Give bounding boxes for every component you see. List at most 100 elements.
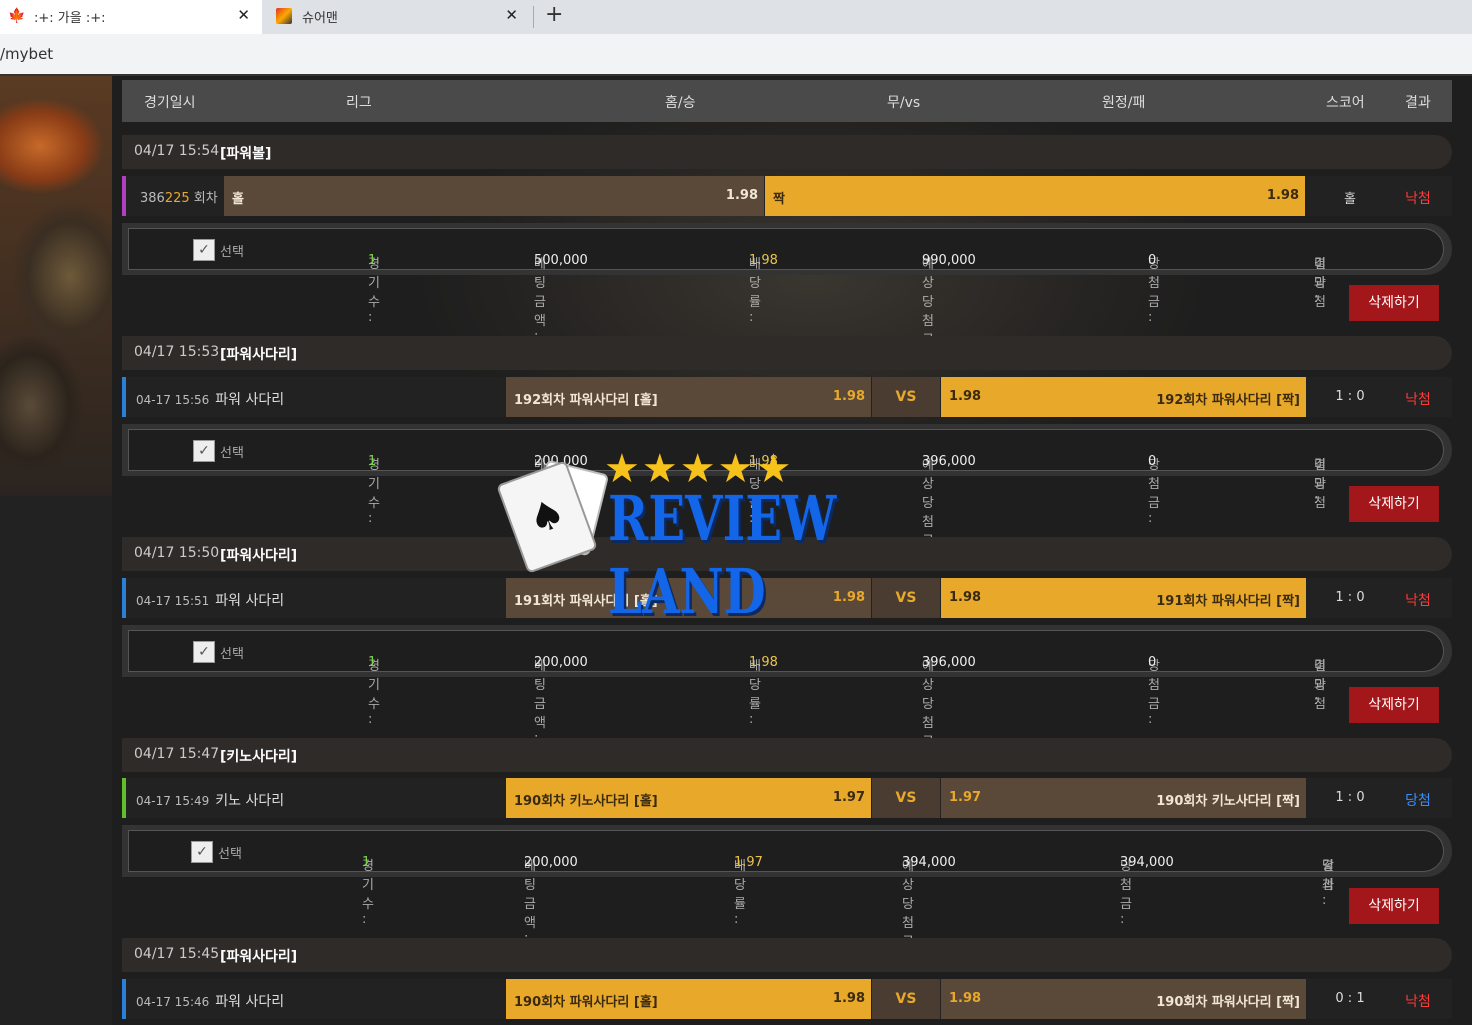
round-suffix: 회차	[189, 191, 218, 206]
browser-tab-active[interactable]: 🍁 :+: 가을 :+: ✕	[0, 0, 262, 34]
home-pick-label: 홀	[232, 192, 244, 207]
game-row: 386225 회차 홀 1.98 짝 1.98 홀 낙첨	[122, 176, 1452, 216]
bet-league: [파워사다리]	[220, 347, 298, 363]
status-value: 미당첨	[1314, 659, 1326, 712]
table-header: 경기일시 리그 홈/승 무/vs 원정/패 스코어 결과	[122, 80, 1452, 122]
expected-value: 990,000	[922, 253, 976, 268]
bet-summary-inner	[128, 228, 1444, 270]
close-icon[interactable]: ✕	[505, 6, 518, 24]
game-info: 04-17 15:49 키노 사다리	[136, 790, 284, 810]
url-text[interactable]: /mybet	[0, 45, 53, 63]
count-value: 1	[368, 454, 377, 469]
home-pick[interactable]: 192회차 파워사다리 [홀] 1.98	[506, 377, 871, 417]
left-background	[0, 76, 112, 1025]
away-pick-label: 190회차 키노사다리 [짝]	[1156, 794, 1300, 809]
header-away: 원정/패	[1102, 95, 1146, 111]
close-icon[interactable]: ✕	[237, 6, 250, 24]
score: 1 : 0	[1335, 590, 1365, 605]
home-pick-label: 190회차 파워사다리 [홀]	[514, 995, 658, 1010]
game-time: 04-17 15:46	[136, 995, 210, 1009]
select-label: 선택	[220, 446, 244, 461]
away-pick[interactable]: 1.97 190회차 키노사다리 [짝]	[941, 778, 1306, 818]
won-value: 394,000	[1120, 855, 1174, 870]
delete-button[interactable]: 삭제하기	[1349, 687, 1439, 723]
game-row: 04-17 15:46 파워 사다리 190회차 파워사다리 [홀] 1.98 V…	[122, 979, 1452, 1019]
site-favicon-icon	[276, 8, 292, 24]
status-value: 미당첨	[1314, 257, 1326, 310]
delete-button[interactable]: 삭제하기	[1349, 285, 1439, 321]
away-pick[interactable]: 1.98 190회차 파워사다리 [짝]	[941, 979, 1306, 1019]
away-pick[interactable]: 1.98 191회차 파워사다리 [짝]	[941, 578, 1306, 618]
score: 1 : 0	[1335, 389, 1365, 404]
autumn-leaf-image	[0, 76, 112, 496]
header-date: 경기일시	[144, 95, 196, 111]
browser-tab[interactable]: 슈어맨 ✕	[268, 0, 530, 34]
select-checkbox[interactable]: ✓	[191, 841, 213, 863]
league-color-bar	[122, 979, 126, 1019]
bet-datetime: 04/17 15:45	[134, 946, 220, 962]
game-result: 낙첨	[1405, 191, 1431, 207]
select-checkbox[interactable]: ✓	[193, 440, 215, 462]
delete-button[interactable]: 삭제하기	[1349, 888, 1439, 924]
home-pick-odds: 1.98	[832, 389, 865, 404]
home-pick[interactable]: 홀 1.98	[224, 176, 764, 216]
away-pick-odds: 1.97	[949, 790, 982, 805]
won-value: 0	[1148, 253, 1157, 268]
header-home: 홈/승	[665, 95, 696, 111]
game-info: 04-17 15:56 파워 사다리	[136, 389, 284, 409]
select-checkbox[interactable]: ✓	[193, 239, 215, 261]
score: 1 : 0	[1335, 790, 1365, 805]
browser-tab-bar: 🍁 :+: 가을 :+: ✕ 슈어맨 ✕ +	[0, 0, 1472, 34]
bet-group-title: 04/17 15:45 [파워사다리]	[122, 938, 1452, 972]
odds-value: 1.98	[749, 655, 778, 670]
bet-league: [키노사다리]	[220, 749, 298, 765]
round-prefix: 386	[140, 191, 165, 206]
status-value: 미당첨	[1314, 458, 1326, 511]
bet-league: [파워사다리]	[220, 548, 298, 564]
away-pick-odds: 1.98	[949, 590, 982, 605]
score: 0 : 1	[1335, 991, 1365, 1006]
vs-label: VS	[872, 979, 940, 1019]
bet-datetime: 04/17 15:47	[134, 746, 220, 762]
game-time: 04-17 15:51	[136, 594, 210, 608]
odds-value: 1.97	[734, 855, 763, 870]
count-value: 1	[368, 655, 377, 670]
expected-value: 394,000	[902, 855, 956, 870]
home-pick[interactable]: 190회차 파워사다리 [홀] 1.98	[506, 979, 871, 1019]
bet-summary: ✓ 선택 경기수 : 1 베팅금액 : 200,000 배당률 : 1.98 예…	[122, 625, 1452, 765]
away-pick[interactable]: 짝 1.98	[765, 176, 1305, 216]
league-name: 파워 사다리	[215, 593, 285, 609]
away-pick-label: 190회차 파워사다리 [짝]	[1156, 995, 1300, 1010]
bet-group-title: 04/17 15:54 [파워볼]	[122, 135, 1452, 169]
away-pick-label: 192회차 파워사다리 [짝]	[1156, 393, 1300, 408]
maple-leaf-icon: 🍁	[8, 8, 26, 24]
address-bar[interactable]: /mybet	[0, 34, 1472, 76]
home-pick[interactable]: 190회차 키노사다리 [홀] 1.97	[506, 778, 871, 818]
bet-datetime: 04/17 15:54	[134, 143, 220, 159]
watermark-text: REVIEW LAND	[608, 482, 837, 628]
status-value: 당첨	[1322, 859, 1334, 893]
delete-button[interactable]: 삭제하기	[1349, 486, 1439, 522]
league-color-bar	[122, 578, 126, 618]
league-color-bar	[122, 778, 126, 818]
away-pick[interactable]: 1.98 192회차 파워사다리 [짝]	[941, 377, 1306, 417]
league-name: 파워 사다리	[215, 994, 285, 1010]
league-name: 키노 사다리	[215, 793, 285, 809]
bet-league: [파워사다리]	[220, 949, 298, 965]
home-pick-label: 190회차 키노사다리 [홀]	[514, 794, 658, 809]
header-draw: 무/vs	[887, 95, 921, 111]
new-tab-button[interactable]: +	[545, 2, 563, 27]
home-pick-odds: 1.98	[832, 991, 865, 1006]
amount-value: 200,000	[534, 655, 588, 670]
vs-label: VS	[872, 377, 940, 417]
select-label: 선택	[220, 647, 244, 662]
game-result: 낙첨	[1405, 593, 1431, 609]
away-pick-odds: 1.98	[949, 991, 982, 1006]
bet-datetime: 04/17 15:53	[134, 344, 220, 360]
select-label: 선택	[220, 245, 244, 260]
home-pick-odds: 1.97	[832, 790, 865, 805]
count-value: 1	[368, 253, 377, 268]
bet-league: [파워볼]	[220, 146, 272, 162]
select-checkbox[interactable]: ✓	[193, 641, 215, 663]
bet-datetime: 04/17 15:50	[134, 545, 220, 561]
